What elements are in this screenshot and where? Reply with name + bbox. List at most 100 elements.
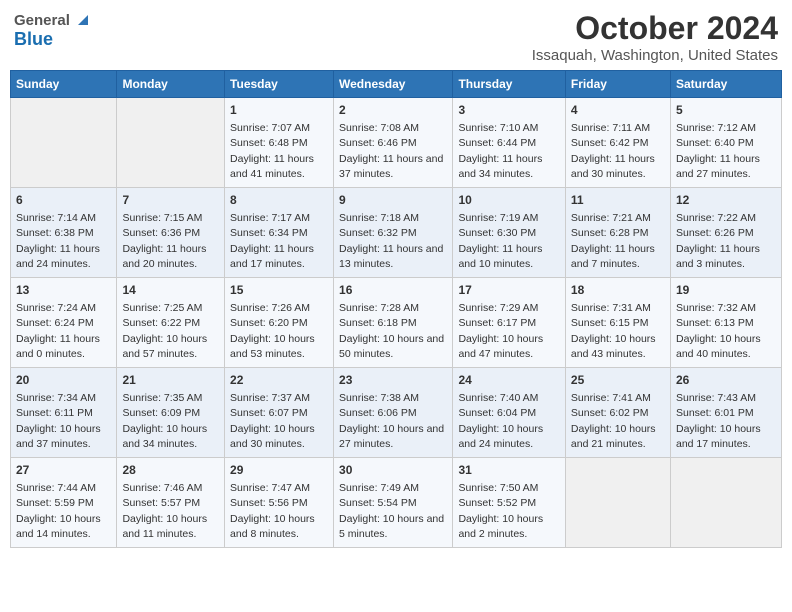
day-info: Sunrise: 7:47 AM Sunset: 5:56 PM Dayligh… xyxy=(230,482,315,540)
calendar-cell: 13 Sunrise: 7:24 AM Sunset: 6:24 PM Dayli… xyxy=(11,278,117,368)
calendar-week-row: 1 Sunrise: 7:07 AM Sunset: 6:48 PM Daylig… xyxy=(11,98,782,188)
day-info: Sunrise: 7:24 AM Sunset: 6:24 PM Dayligh… xyxy=(16,302,100,360)
logo-general-text: General xyxy=(14,12,70,29)
weekday-header-sunday: Sunday xyxy=(11,71,117,98)
calendar-cell: 20Sunrise: 7:34 AM Sunset: 6:11 PM Dayli… xyxy=(11,368,117,458)
day-number: 7 xyxy=(122,192,219,209)
calendar-cell: 17 Sunrise: 7:29 AM Sunset: 6:17 PM Dayli… xyxy=(453,278,565,368)
day-number: 15 xyxy=(230,282,328,299)
day-number: 1 xyxy=(230,102,328,119)
calendar-cell: 24Sunrise: 7:40 AM Sunset: 6:04 PM Dayli… xyxy=(453,368,565,458)
calendar-week-row: 20Sunrise: 7:34 AM Sunset: 6:11 PM Dayli… xyxy=(11,368,782,458)
calendar-cell: 6 Sunrise: 7:14 AM Sunset: 6:38 PM Daylig… xyxy=(11,188,117,278)
day-info: Sunrise: 7:50 AM Sunset: 5:52 PM Dayligh… xyxy=(458,482,543,540)
calendar-week-row: 13 Sunrise: 7:24 AM Sunset: 6:24 PM Dayli… xyxy=(11,278,782,368)
calendar-cell: 26Sunrise: 7:43 AM Sunset: 6:01 PM Dayli… xyxy=(670,368,781,458)
day-info: Sunrise: 7:38 AM Sunset: 6:06 PM Dayligh… xyxy=(339,392,444,450)
day-info: Sunrise: 7:21 AM Sunset: 6:28 PM Dayligh… xyxy=(571,212,655,270)
day-number: 4 xyxy=(571,102,665,119)
location-text: Issaquah, Washington, United States xyxy=(532,47,778,64)
calendar-cell: 2 Sunrise: 7:08 AM Sunset: 6:46 PM Daylig… xyxy=(334,98,453,188)
calendar-cell: 4 Sunrise: 7:11 AM Sunset: 6:42 PM Daylig… xyxy=(565,98,670,188)
day-info: Sunrise: 7:17 AM Sunset: 6:34 PM Dayligh… xyxy=(230,212,314,270)
day-number: 10 xyxy=(458,192,559,209)
calendar-cell xyxy=(11,98,117,188)
calendar-cell xyxy=(670,458,781,548)
day-number: 31 xyxy=(458,462,559,479)
day-info: Sunrise: 7:37 AM Sunset: 6:07 PM Dayligh… xyxy=(230,392,315,450)
day-number: 30 xyxy=(339,462,447,479)
day-info: Sunrise: 7:19 AM Sunset: 6:30 PM Dayligh… xyxy=(458,212,542,270)
calendar-cell: 5 Sunrise: 7:12 AM Sunset: 6:40 PM Daylig… xyxy=(670,98,781,188)
calendar-cell: 30 Sunrise: 7:49 AM Sunset: 5:54 PM Dayli… xyxy=(334,458,453,548)
calendar-cell: 14 Sunrise: 7:25 AM Sunset: 6:22 PM Dayli… xyxy=(117,278,225,368)
day-number: 3 xyxy=(458,102,559,119)
day-number: 14 xyxy=(122,282,219,299)
day-info: Sunrise: 7:11 AM Sunset: 6:42 PM Dayligh… xyxy=(571,122,655,180)
calendar-cell: 16 Sunrise: 7:28 AM Sunset: 6:18 PM Dayli… xyxy=(334,278,453,368)
day-number: 27 xyxy=(16,462,111,479)
day-number: 16 xyxy=(339,282,447,299)
day-number: 5 xyxy=(676,102,776,119)
calendar-cell: 12Sunrise: 7:22 AM Sunset: 6:26 PM Dayli… xyxy=(670,188,781,278)
calendar-cell: 3 Sunrise: 7:10 AM Sunset: 6:44 PM Daylig… xyxy=(453,98,565,188)
day-number: 9 xyxy=(339,192,447,209)
calendar-cell: 28Sunrise: 7:46 AM Sunset: 5:57 PM Dayli… xyxy=(117,458,225,548)
day-number: 29 xyxy=(230,462,328,479)
day-number: 2 xyxy=(339,102,447,119)
day-info: Sunrise: 7:40 AM Sunset: 6:04 PM Dayligh… xyxy=(458,392,543,450)
calendar-cell: 1 Sunrise: 7:07 AM Sunset: 6:48 PM Daylig… xyxy=(225,98,334,188)
day-info: Sunrise: 7:14 AM Sunset: 6:38 PM Dayligh… xyxy=(16,212,100,270)
calendar-cell: 27 Sunrise: 7:44 AM Sunset: 5:59 PM Dayli… xyxy=(11,458,117,548)
weekday-header-tuesday: Tuesday xyxy=(225,71,334,98)
day-info: Sunrise: 7:29 AM Sunset: 6:17 PM Dayligh… xyxy=(458,302,543,360)
calendar-cell: 15 Sunrise: 7:26 AM Sunset: 6:20 PM Dayli… xyxy=(225,278,334,368)
calendar-cell xyxy=(565,458,670,548)
day-number: 13 xyxy=(16,282,111,299)
day-info: Sunrise: 7:25 AM Sunset: 6:22 PM Dayligh… xyxy=(122,302,207,360)
day-info: Sunrise: 7:32 AM Sunset: 6:13 PM Dayligh… xyxy=(676,302,761,360)
day-number: 8 xyxy=(230,192,328,209)
calendar-week-row: 27 Sunrise: 7:44 AM Sunset: 5:59 PM Dayli… xyxy=(11,458,782,548)
day-number: 20 xyxy=(16,372,111,389)
day-info: Sunrise: 7:31 AM Sunset: 6:15 PM Dayligh… xyxy=(571,302,656,360)
day-number: 17 xyxy=(458,282,559,299)
calendar-week-row: 6 Sunrise: 7:14 AM Sunset: 6:38 PM Daylig… xyxy=(11,188,782,278)
day-info: Sunrise: 7:28 AM Sunset: 6:18 PM Dayligh… xyxy=(339,302,444,360)
calendar-cell: 19 Sunrise: 7:32 AM Sunset: 6:13 PM Dayli… xyxy=(670,278,781,368)
day-info: Sunrise: 7:12 AM Sunset: 6:40 PM Dayligh… xyxy=(676,122,760,180)
calendar-cell: 23 Sunrise: 7:38 AM Sunset: 6:06 PM Dayli… xyxy=(334,368,453,458)
day-info: Sunrise: 7:35 AM Sunset: 6:09 PM Dayligh… xyxy=(122,392,207,450)
day-info: Sunrise: 7:43 AM Sunset: 6:01 PM Dayligh… xyxy=(676,392,761,450)
day-info: Sunrise: 7:49 AM Sunset: 5:54 PM Dayligh… xyxy=(339,482,444,540)
day-info: Sunrise: 7:08 AM Sunset: 6:46 PM Dayligh… xyxy=(339,122,443,180)
day-number: 19 xyxy=(676,282,776,299)
day-info: Sunrise: 7:46 AM Sunset: 5:57 PM Dayligh… xyxy=(122,482,207,540)
calendar-cell: 11 Sunrise: 7:21 AM Sunset: 6:28 PM Dayli… xyxy=(565,188,670,278)
day-number: 6 xyxy=(16,192,111,209)
day-info: Sunrise: 7:07 AM Sunset: 6:48 PM Dayligh… xyxy=(230,122,314,180)
calendar-cell: 8 Sunrise: 7:17 AM Sunset: 6:34 PM Daylig… xyxy=(225,188,334,278)
calendar-cell: 21Sunrise: 7:35 AM Sunset: 6:09 PM Dayli… xyxy=(117,368,225,458)
calendar-cell: 10 Sunrise: 7:19 AM Sunset: 6:30 PM Dayli… xyxy=(453,188,565,278)
day-number: 25 xyxy=(571,372,665,389)
day-info: Sunrise: 7:10 AM Sunset: 6:44 PM Dayligh… xyxy=(458,122,542,180)
day-number: 18 xyxy=(571,282,665,299)
weekday-header-monday: Monday xyxy=(117,71,225,98)
day-info: Sunrise: 7:44 AM Sunset: 5:59 PM Dayligh… xyxy=(16,482,101,540)
calendar-cell: 7Sunrise: 7:15 AM Sunset: 6:36 PM Daylig… xyxy=(117,188,225,278)
day-info: Sunrise: 7:26 AM Sunset: 6:20 PM Dayligh… xyxy=(230,302,315,360)
day-info: Sunrise: 7:18 AM Sunset: 6:32 PM Dayligh… xyxy=(339,212,443,270)
page-header: General Blue October 2024 Issaquah, Wash… xyxy=(10,10,782,64)
weekday-header-wednesday: Wednesday xyxy=(334,71,453,98)
day-number: 11 xyxy=(571,192,665,209)
logo-triangle-icon xyxy=(76,13,90,27)
logo-blue-text: Blue xyxy=(14,30,90,50)
day-info: Sunrise: 7:22 AM Sunset: 6:26 PM Dayligh… xyxy=(676,212,760,270)
calendar-cell: 25Sunrise: 7:41 AM Sunset: 6:02 PM Dayli… xyxy=(565,368,670,458)
calendar-cell: 31 Sunrise: 7:50 AM Sunset: 5:52 PM Dayli… xyxy=(453,458,565,548)
calendar-cell xyxy=(117,98,225,188)
month-title: October 2024 xyxy=(532,10,778,47)
weekday-header-friday: Friday xyxy=(565,71,670,98)
day-number: 23 xyxy=(339,372,447,389)
